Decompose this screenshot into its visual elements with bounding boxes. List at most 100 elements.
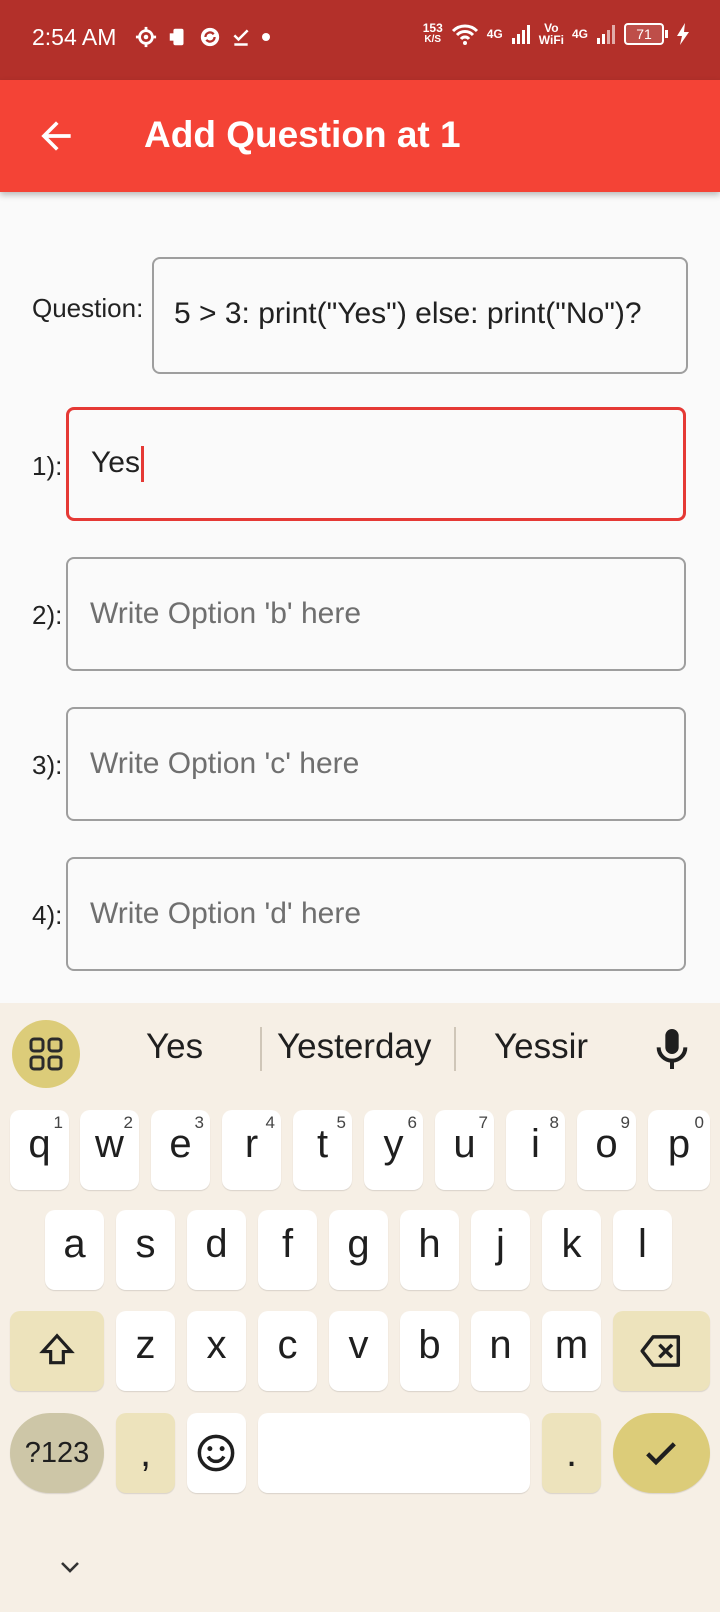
option-4-input[interactable]: Write Option 'd' here	[66, 857, 686, 971]
arrow-back-icon	[41, 121, 71, 151]
key-z[interactable]: z	[116, 1311, 175, 1391]
key-v[interactable]: v	[329, 1311, 388, 1391]
backspace-icon	[640, 1335, 681, 1367]
network-type-2: 4G	[571, 27, 588, 41]
shift-key[interactable]	[10, 1311, 104, 1391]
key-s[interactable]: s	[116, 1210, 175, 1290]
key-p[interactable]: p0	[648, 1110, 710, 1190]
charging-icon	[677, 23, 689, 45]
key-char: h	[418, 1222, 441, 1266]
signal-icon-2	[597, 25, 615, 44]
back-button[interactable]	[34, 114, 78, 158]
key-r[interactable]: r4	[222, 1110, 281, 1190]
net-speed-unit: K/S	[424, 34, 442, 45]
key-x[interactable]: x	[187, 1311, 246, 1391]
option-3-label: 3):	[32, 750, 63, 780]
key-c[interactable]: c	[258, 1311, 317, 1391]
question-input-value: 5 > 3: print("Yes") else: print("No")?	[174, 297, 642, 330]
key-hint: 7	[478, 1113, 488, 1132]
system-icons: 153 K/S 4G Vo WiFi 4G 71	[423, 22, 690, 46]
option-1-label: 1):	[32, 451, 63, 481]
option-4-placeholder: Write Option 'd' here	[90, 897, 362, 930]
key-g[interactable]: g	[329, 1210, 388, 1290]
key-char: z	[135, 1323, 156, 1367]
suggestion-strip: Yes Yesterday Yessir	[0, 1003, 720, 1097]
backspace-key[interactable]	[613, 1311, 710, 1391]
spacebar[interactable]	[258, 1413, 530, 1493]
option-2-input[interactable]: Write Option 'b' here	[66, 557, 686, 671]
signal-icon	[511, 25, 530, 44]
key-q[interactable]: q1	[10, 1110, 69, 1190]
question-input[interactable]: 5 > 3: print("Yes") else: print("No")?	[152, 257, 688, 374]
key-d[interactable]: d	[187, 1210, 246, 1290]
key-u[interactable]: u7	[435, 1110, 494, 1190]
sync-icon	[200, 27, 220, 47]
keyboard-collapse-button[interactable]	[56, 1555, 84, 1579]
net-speed-value: 153	[422, 21, 443, 35]
soft-keyboard: Yes Yesterday Yessir q1 w2 e3 r4 t5 y6 u…	[0, 1003, 720, 1612]
option-3-placeholder: Write Option 'c' here	[90, 747, 360, 780]
enter-key[interactable]	[613, 1413, 710, 1493]
suggestion-2[interactable]: Yesterday	[277, 1027, 431, 1067]
chevron-down-icon	[61, 1562, 79, 1573]
key-char: n	[489, 1323, 512, 1367]
key-char: f	[281, 1222, 294, 1266]
key-hint: 4	[265, 1113, 275, 1132]
emoji-key[interactable]	[187, 1413, 246, 1493]
key-w[interactable]: w2	[80, 1110, 139, 1190]
key-char: ,	[139, 1431, 152, 1475]
key-j[interactable]: j	[471, 1210, 530, 1290]
key-a[interactable]: a	[45, 1210, 104, 1290]
key-f[interactable]: f	[258, 1210, 317, 1290]
symbols-key[interactable]: ?123	[10, 1413, 104, 1493]
mic-icon	[656, 1029, 688, 1069]
suggestion-divider	[260, 1027, 262, 1071]
net-speed: 153 K/S	[423, 22, 443, 46]
status-time: 2:54 AM	[32, 24, 117, 50]
app-bar: Add Question at 1	[0, 80, 720, 192]
key-char: s	[135, 1222, 156, 1266]
grid-icon	[29, 1037, 63, 1071]
option-1-input[interactable]: Yes	[66, 407, 686, 521]
key-e[interactable]: e3	[151, 1110, 210, 1190]
option-1-input-value: Yes	[91, 446, 140, 479]
notification-icons	[135, 26, 271, 48]
vowifi-bottom: WiFi	[538, 33, 564, 47]
key-b[interactable]: b	[400, 1311, 459, 1391]
shift-icon	[39, 1333, 75, 1365]
key-i[interactable]: i8	[506, 1110, 565, 1190]
keyboard-apps-button[interactable]	[12, 1020, 80, 1088]
key-o[interactable]: o9	[577, 1110, 636, 1190]
key-char: l	[638, 1222, 647, 1266]
key-hint: 1	[53, 1113, 63, 1132]
option-2-label: 2):	[32, 600, 63, 630]
wifi-icon	[451, 24, 478, 45]
key-char: a	[63, 1222, 86, 1266]
comma-key[interactable]: ,	[116, 1413, 175, 1493]
option-2-placeholder: Write Option 'b' here	[90, 597, 362, 630]
voice-input-button[interactable]	[652, 1025, 692, 1073]
option-3-input[interactable]: Write Option 'c' here	[66, 707, 686, 821]
key-char: m	[554, 1323, 589, 1367]
key-hint: 8	[549, 1113, 559, 1132]
key-char: b	[418, 1323, 441, 1367]
key-char: c	[277, 1323, 298, 1367]
gear-icon	[135, 26, 157, 48]
key-char: v	[348, 1323, 369, 1367]
key-l[interactable]: l	[613, 1210, 672, 1290]
key-hint: 5	[336, 1113, 346, 1132]
key-hint: 0	[694, 1113, 704, 1132]
key-t[interactable]: t5	[293, 1110, 352, 1190]
suggestion-3[interactable]: Yessir	[494, 1027, 588, 1067]
key-hint: 6	[407, 1113, 417, 1132]
key-m[interactable]: m	[542, 1311, 601, 1391]
period-key[interactable]: .	[542, 1413, 601, 1493]
key-y[interactable]: y6	[364, 1110, 423, 1190]
key-k[interactable]: k	[542, 1210, 601, 1290]
suggestion-1[interactable]: Yes	[146, 1027, 203, 1067]
key-char: j	[496, 1222, 505, 1266]
page-title: Add Question at 1	[144, 114, 461, 155]
status-bar: 2:54 AM 153 K/S 4G Vo WiFi 4G 71	[0, 0, 720, 80]
key-h[interactable]: h	[400, 1210, 459, 1290]
key-n[interactable]: n	[471, 1311, 530, 1391]
